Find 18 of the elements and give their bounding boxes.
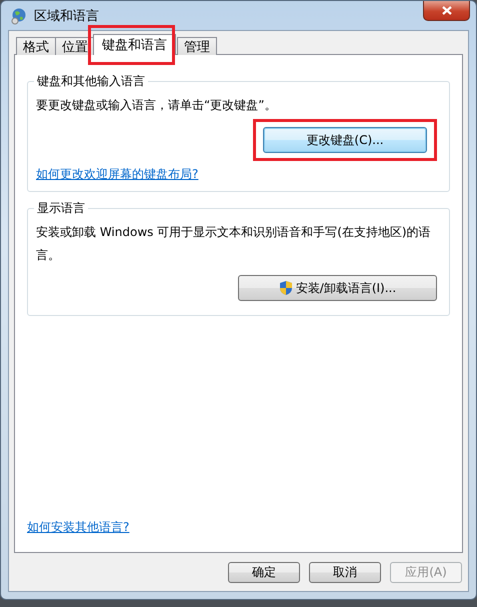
tab[interactable]: 键盘和语言 (93, 34, 176, 55)
help-link[interactable]: 如何安装其他语言? (27, 519, 130, 536)
close-icon (442, 6, 452, 15)
description-text: 要更改键盘或输入语言，请单击“更改键盘”。 (36, 97, 278, 114)
window-title: 区域和语言 (34, 8, 100, 24)
button[interactable]: 取消 (309, 562, 381, 582)
shield-icon (278, 280, 293, 296)
group-title: 键盘和其他输入语言 (34, 73, 148, 90)
tab[interactable]: 格式 (16, 37, 56, 55)
globe-icon (10, 6, 28, 24)
button[interactable]: 确定 (228, 562, 300, 582)
group-title: 显示语言 (34, 200, 88, 217)
button[interactable]: 安装/卸载语言(I)... (238, 275, 437, 301)
button[interactable]: 更改键盘(C)... (263, 127, 427, 153)
close-button[interactable] (423, 1, 470, 21)
tab[interactable]: 管理 (177, 37, 217, 55)
help-link[interactable]: 如何更改欢迎屏幕的键盘布局? (36, 166, 198, 183)
description-text: 安装或卸载 Windows 可用于显示文本和识别语音和手写(在支持地区)的语言。 (36, 224, 432, 264)
